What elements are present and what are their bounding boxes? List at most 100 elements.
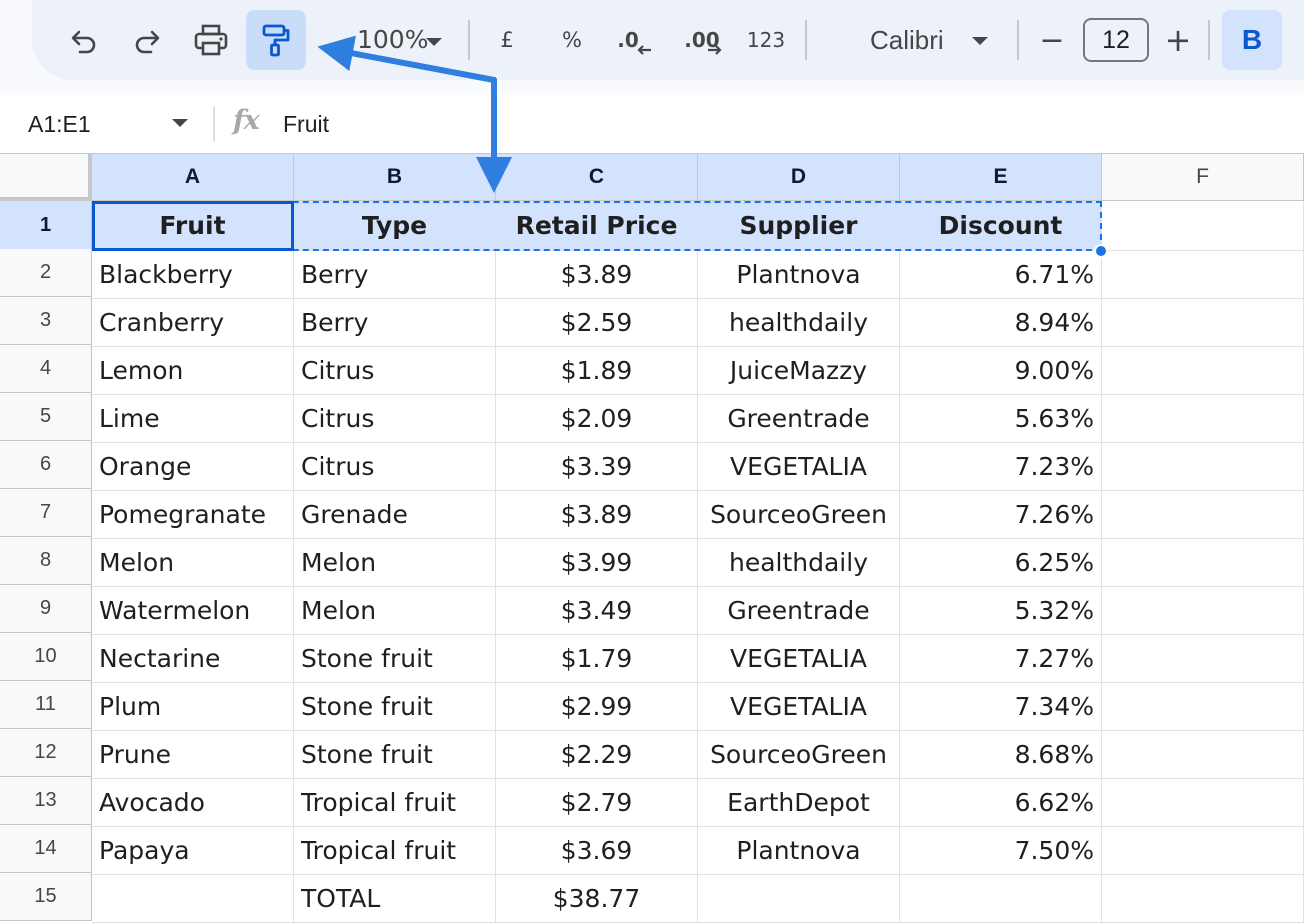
grid-cell[interactable]: 5.63%	[900, 395, 1102, 443]
grid-cell[interactable]: Lime	[92, 395, 294, 443]
grid-cell[interactable]	[1102, 587, 1304, 635]
grid-cell[interactable]: $2.59	[496, 299, 698, 347]
row-header-15[interactable]: 15	[0, 873, 92, 921]
grid-cell[interactable]: Lemon	[92, 347, 294, 395]
column-header-a[interactable]: A	[92, 153, 294, 201]
select-all-corner[interactable]	[0, 153, 92, 201]
column-header-d[interactable]: D	[698, 153, 900, 201]
grid-cell[interactable]: Tropical fruit	[294, 827, 496, 875]
grid-cell[interactable]: 6.62%	[900, 779, 1102, 827]
formula-input[interactable]: Fruit	[283, 111, 329, 138]
row-header-13[interactable]: 13	[0, 777, 92, 825]
grid-cell[interactable]	[1102, 827, 1304, 875]
grid-cell[interactable]: 7.27%	[900, 635, 1102, 683]
grid-cell[interactable]	[1102, 875, 1304, 923]
grid-cell[interactable]	[1102, 539, 1304, 587]
grid-cell[interactable]	[1102, 731, 1304, 779]
header-cell[interactable]: Type	[294, 201, 496, 251]
grid-cell[interactable]: TOTAL	[294, 875, 496, 923]
grid-cell[interactable]: SourceoGreen	[698, 731, 900, 779]
grid-cell[interactable]: Citrus	[294, 347, 496, 395]
grid-cell[interactable]: Cranberry	[92, 299, 294, 347]
grid-cell[interactable]: $3.99	[496, 539, 698, 587]
grid-cell[interactable]: Stone fruit	[294, 635, 496, 683]
grid-cell[interactable]: Citrus	[294, 395, 496, 443]
grid-cell[interactable]: Blackberry	[92, 251, 294, 299]
grid-cell[interactable]: Orange	[92, 443, 294, 491]
grid-cell[interactable]	[1102, 683, 1304, 731]
grid-cell[interactable]: Citrus	[294, 443, 496, 491]
grid-cell[interactable]	[900, 875, 1102, 923]
header-cell[interactable]: Fruit	[92, 201, 294, 251]
percent-format-button[interactable]: %	[552, 10, 592, 70]
grid-cell[interactable]	[1102, 201, 1304, 251]
grid-cell[interactable]: Prune	[92, 731, 294, 779]
grid-cell[interactable]: Greentrade	[698, 587, 900, 635]
grid-cell[interactable]: Tropical fruit	[294, 779, 496, 827]
grid-cell[interactable]	[92, 875, 294, 923]
increase-font-size-button[interactable]: +	[1158, 10, 1198, 70]
column-header-b[interactable]: B	[294, 153, 496, 201]
grid-cell[interactable]: healthdaily	[698, 539, 900, 587]
currency-format-button[interactable]: £	[487, 10, 527, 70]
zoom-select[interactable]: 100%	[357, 25, 428, 54]
grid-cell[interactable]: 7.50%	[900, 827, 1102, 875]
row-header-3[interactable]: 3	[0, 297, 92, 345]
grid-cell[interactable]: 7.26%	[900, 491, 1102, 539]
row-header-11[interactable]: 11	[0, 681, 92, 729]
grid-cell[interactable]: 5.32%	[900, 587, 1102, 635]
increase-decimal-button[interactable]: .00	[678, 10, 730, 70]
header-cell[interactable]: Supplier	[698, 201, 900, 251]
grid-cell[interactable]: $3.89	[496, 251, 698, 299]
grid-cell[interactable]: $1.79	[496, 635, 698, 683]
grid-cell[interactable]: Greentrade	[698, 395, 900, 443]
grid-cell[interactable]: VEGETALIA	[698, 683, 900, 731]
header-cell[interactable]: Discount	[900, 201, 1102, 251]
row-header-10[interactable]: 10	[0, 633, 92, 681]
grid-cell[interactable]: VEGETALIA	[698, 443, 900, 491]
bold-button[interactable]: B	[1222, 10, 1282, 70]
grid-cell[interactable]: $38.77	[496, 875, 698, 923]
grid-cell[interactable]	[698, 875, 900, 923]
grid-cell[interactable]: $2.79	[496, 779, 698, 827]
grid-cell[interactable]: EarthDepot	[698, 779, 900, 827]
grid-cell[interactable]: JuiceMazzy	[698, 347, 900, 395]
grid-cell[interactable]: Grenade	[294, 491, 496, 539]
grid-cell[interactable]: Stone fruit	[294, 731, 496, 779]
grid-cell[interactable]: SourceoGreen	[698, 491, 900, 539]
row-header-1[interactable]: 1	[0, 201, 92, 251]
grid-cell[interactable]: VEGETALIA	[698, 635, 900, 683]
grid-cell[interactable]: Avocado	[92, 779, 294, 827]
grid-cell[interactable]: 9.00%	[900, 347, 1102, 395]
grid-cell[interactable]	[1102, 443, 1304, 491]
grid-cell[interactable]: $3.69	[496, 827, 698, 875]
grid-cell[interactable]: $2.99	[496, 683, 698, 731]
grid-cell[interactable]	[1102, 491, 1304, 539]
row-header-4[interactable]: 4	[0, 345, 92, 393]
print-button[interactable]	[181, 10, 241, 70]
grid-cell[interactable]: Pomegranate	[92, 491, 294, 539]
row-header-9[interactable]: 9	[0, 585, 92, 633]
row-header-2[interactable]: 2	[0, 249, 92, 297]
grid-cell[interactable]: Plum	[92, 683, 294, 731]
grid-cell[interactable]: Plantnova	[698, 827, 900, 875]
row-header-5[interactable]: 5	[0, 393, 92, 441]
grid-cell[interactable]: Berry	[294, 299, 496, 347]
grid-cell[interactable]	[1102, 347, 1304, 395]
grid-cell[interactable]	[1102, 251, 1304, 299]
grid-cell[interactable]: 7.34%	[900, 683, 1102, 731]
grid-cell[interactable]: Melon	[294, 587, 496, 635]
grid-cell[interactable]: 6.25%	[900, 539, 1102, 587]
grid-cell[interactable]: Nectarine	[92, 635, 294, 683]
grid-cell[interactable]: Berry	[294, 251, 496, 299]
grid-cell[interactable]: 8.94%	[900, 299, 1102, 347]
grid-cell[interactable]	[1102, 779, 1304, 827]
decrease-decimal-button[interactable]: .0	[610, 10, 660, 70]
undo-button[interactable]	[54, 10, 114, 70]
redo-button[interactable]	[117, 10, 177, 70]
grid-cell[interactable]: $3.39	[496, 443, 698, 491]
grid-cell[interactable]: Stone fruit	[294, 683, 496, 731]
grid-cell[interactable]: healthdaily	[698, 299, 900, 347]
grid-cell[interactable]	[1102, 299, 1304, 347]
chevron-down-icon[interactable]	[970, 35, 990, 47]
